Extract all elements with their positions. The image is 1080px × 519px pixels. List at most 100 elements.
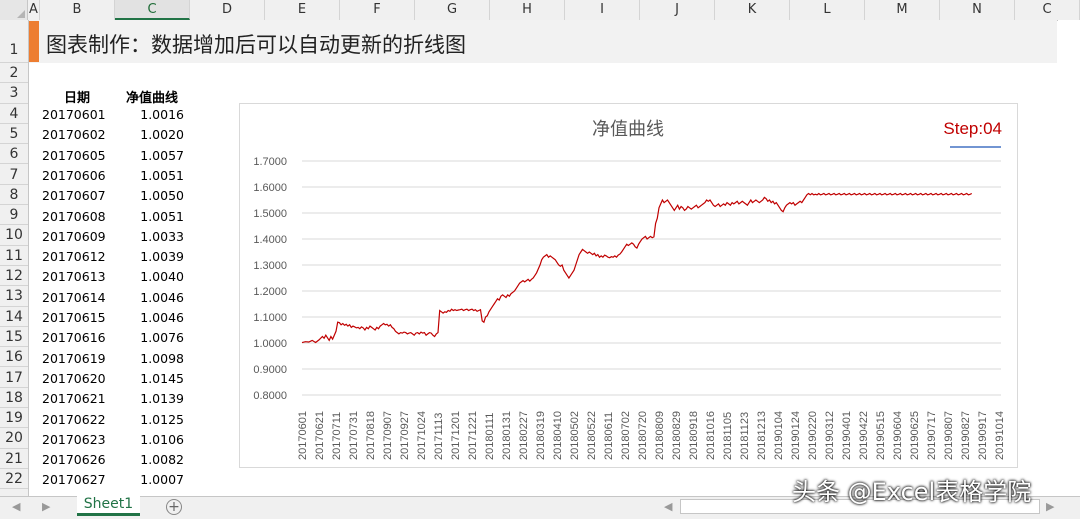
sheet-tab-sheet1[interactable]: Sheet1 (77, 494, 140, 516)
column-header-c[interactable]: C (1015, 0, 1080, 20)
cell-nav-value[interactable]: 1.0051 (120, 207, 184, 227)
x-tick-label: 20190312 (824, 411, 836, 460)
row-header-17[interactable]: 17 (0, 368, 28, 388)
row-header-6[interactable]: 6 (0, 144, 28, 165)
column-header-g[interactable]: G (415, 0, 490, 20)
prev-sheet-arrow[interactable]: ◀ (12, 500, 20, 513)
cell-date[interactable]: 20170607 (42, 186, 106, 206)
cell-nav-value[interactable]: 1.0046 (120, 288, 184, 308)
column-header-f[interactable]: F (340, 0, 415, 20)
scroll-right-arrow[interactable]: ▶ (1046, 500, 1054, 513)
row-header-22[interactable]: 22 (0, 469, 28, 490)
row-header-1[interactable]: 1 (0, 20, 28, 63)
cell-date[interactable]: 20170621 (42, 389, 106, 409)
x-tick-label: 20180809 (654, 411, 666, 460)
row-header-10[interactable]: 10 (0, 225, 28, 246)
row-header-2[interactable]: 2 (0, 63, 28, 84)
select-all-corner[interactable] (0, 0, 28, 20)
cell-date[interactable]: 20170619 (42, 349, 106, 369)
row-header-13[interactable]: 13 (0, 286, 28, 307)
next-sheet-arrow[interactable]: ▶ (42, 500, 50, 513)
row-header-20[interactable]: 20 (0, 428, 28, 449)
row-header-14[interactable]: 14 (0, 307, 28, 327)
cell-date[interactable]: 20170609 (42, 227, 106, 247)
column-header-k[interactable]: K (715, 0, 790, 20)
column-header-j[interactable]: J (640, 0, 715, 20)
column-header-n[interactable]: N (940, 0, 1015, 20)
line-chart[interactable]: 净值曲线 Step:04 0.8000 0.9000 1.0000 1.1000 1.2… (239, 103, 1018, 468)
row-header-15[interactable]: 15 (0, 327, 28, 348)
cell-date[interactable]: 20170601 (42, 105, 106, 125)
cell-nav-value[interactable]: 1.0082 (120, 450, 184, 470)
row-header-5[interactable]: 5 (0, 124, 28, 145)
scroll-left-arrow[interactable]: ◀ (664, 500, 672, 513)
header-date[interactable]: 日期 (64, 87, 90, 106)
add-sheet-button[interactable]: + (166, 499, 182, 515)
title-accent (29, 21, 39, 62)
row-header-12[interactable]: 12 (0, 266, 28, 287)
row-header-9[interactable]: 9 (0, 205, 28, 226)
column-header-i[interactable]: I (565, 0, 640, 20)
cell-nav-value[interactable]: 1.0051 (120, 166, 184, 186)
cell-nav-value[interactable]: 1.0106 (120, 430, 184, 450)
row-header-11[interactable]: 11 (0, 246, 28, 266)
x-tick-label: 20171113 (433, 413, 445, 460)
row-header-8[interactable]: 8 (0, 185, 28, 206)
column-header-d[interactable]: D (190, 0, 265, 20)
column-header-l[interactable]: L (790, 0, 865, 20)
cell-date[interactable]: 20170605 (42, 146, 106, 166)
cell-date[interactable]: 20170620 (42, 369, 106, 389)
row-header-7[interactable]: 7 (0, 165, 28, 185)
row-header-16[interactable]: 16 (0, 347, 28, 368)
cell-nav-value[interactable]: 1.0016 (120, 105, 184, 125)
column-header-a[interactable]: A (28, 0, 40, 20)
column-header-h[interactable]: H (490, 0, 565, 20)
cell-nav-value[interactable]: 1.0020 (120, 125, 184, 145)
cell-nav-value[interactable]: 1.0139 (120, 389, 184, 409)
x-tick-label: 20190422 (858, 411, 870, 460)
cell-date[interactable]: 20170613 (42, 267, 106, 287)
cell-date[interactable]: 20170606 (42, 166, 106, 186)
column-header-e[interactable]: E (265, 0, 340, 20)
cell-nav-value[interactable]: 1.0039 (120, 247, 184, 267)
cell-nav-value[interactable]: 1.0007 (120, 470, 184, 490)
cell-date[interactable]: 20170612 (42, 247, 106, 267)
cell-date[interactable]: 20170623 (42, 430, 106, 450)
cell-date[interactable]: 20170626 (42, 450, 106, 470)
sheet-title[interactable]: 图表制作：数据增加后可以自动更新的折线图 (46, 29, 466, 59)
cell-date[interactable]: 20170602 (42, 125, 106, 145)
cell-date[interactable]: 20170627 (42, 470, 106, 490)
cell-nav-value[interactable]: 1.0046 (120, 308, 184, 328)
x-tick-label: 20180319 (535, 411, 547, 460)
x-tick-label: 20170711 (331, 412, 343, 460)
cell-date[interactable]: 20170622 (42, 410, 106, 430)
step-label[interactable]: Step:04 (943, 119, 1002, 138)
cell-nav-value[interactable]: 1.0057 (120, 146, 184, 166)
cell-nav-value[interactable]: 1.0098 (120, 349, 184, 369)
header-nav[interactable]: 净值曲线 (126, 87, 178, 106)
cell-nav-value[interactable]: 1.0145 (120, 369, 184, 389)
column-header-b[interactable]: B (40, 0, 115, 20)
cell-date[interactable]: 20170614 (42, 288, 106, 308)
x-tick-label: 20180410 (552, 411, 564, 460)
cell-nav-value[interactable]: 1.0076 (120, 328, 184, 348)
cell-nav-value[interactable]: 1.0033 (120, 227, 184, 247)
row-header-4[interactable]: 4 (0, 104, 28, 124)
cell-date[interactable]: 20170608 (42, 207, 106, 227)
row-header-21[interactable]: 21 (0, 449, 28, 469)
x-tick-label: 20180918 (688, 411, 700, 460)
x-tick-label: 20171221 (467, 411, 479, 460)
cell-nav-value[interactable]: 1.0050 (120, 186, 184, 206)
y-tick-label: 0.9000 (253, 364, 287, 376)
cell-nav-value[interactable]: 1.0125 (120, 410, 184, 430)
row-header-19[interactable]: 19 (0, 408, 28, 429)
x-tick-label: 20180611 (603, 412, 615, 460)
cell-date[interactable]: 20170616 (42, 328, 106, 348)
column-header-c[interactable]: C (115, 0, 190, 20)
cell-nav-value[interactable]: 1.0040 (120, 267, 184, 287)
cell-date[interactable]: 20170615 (42, 308, 106, 328)
column-header-m[interactable]: M (865, 0, 940, 20)
row-header-3[interactable]: 3 (0, 83, 28, 104)
x-tick-label: 20180720 (637, 411, 649, 460)
row-header-18[interactable]: 18 (0, 388, 28, 409)
